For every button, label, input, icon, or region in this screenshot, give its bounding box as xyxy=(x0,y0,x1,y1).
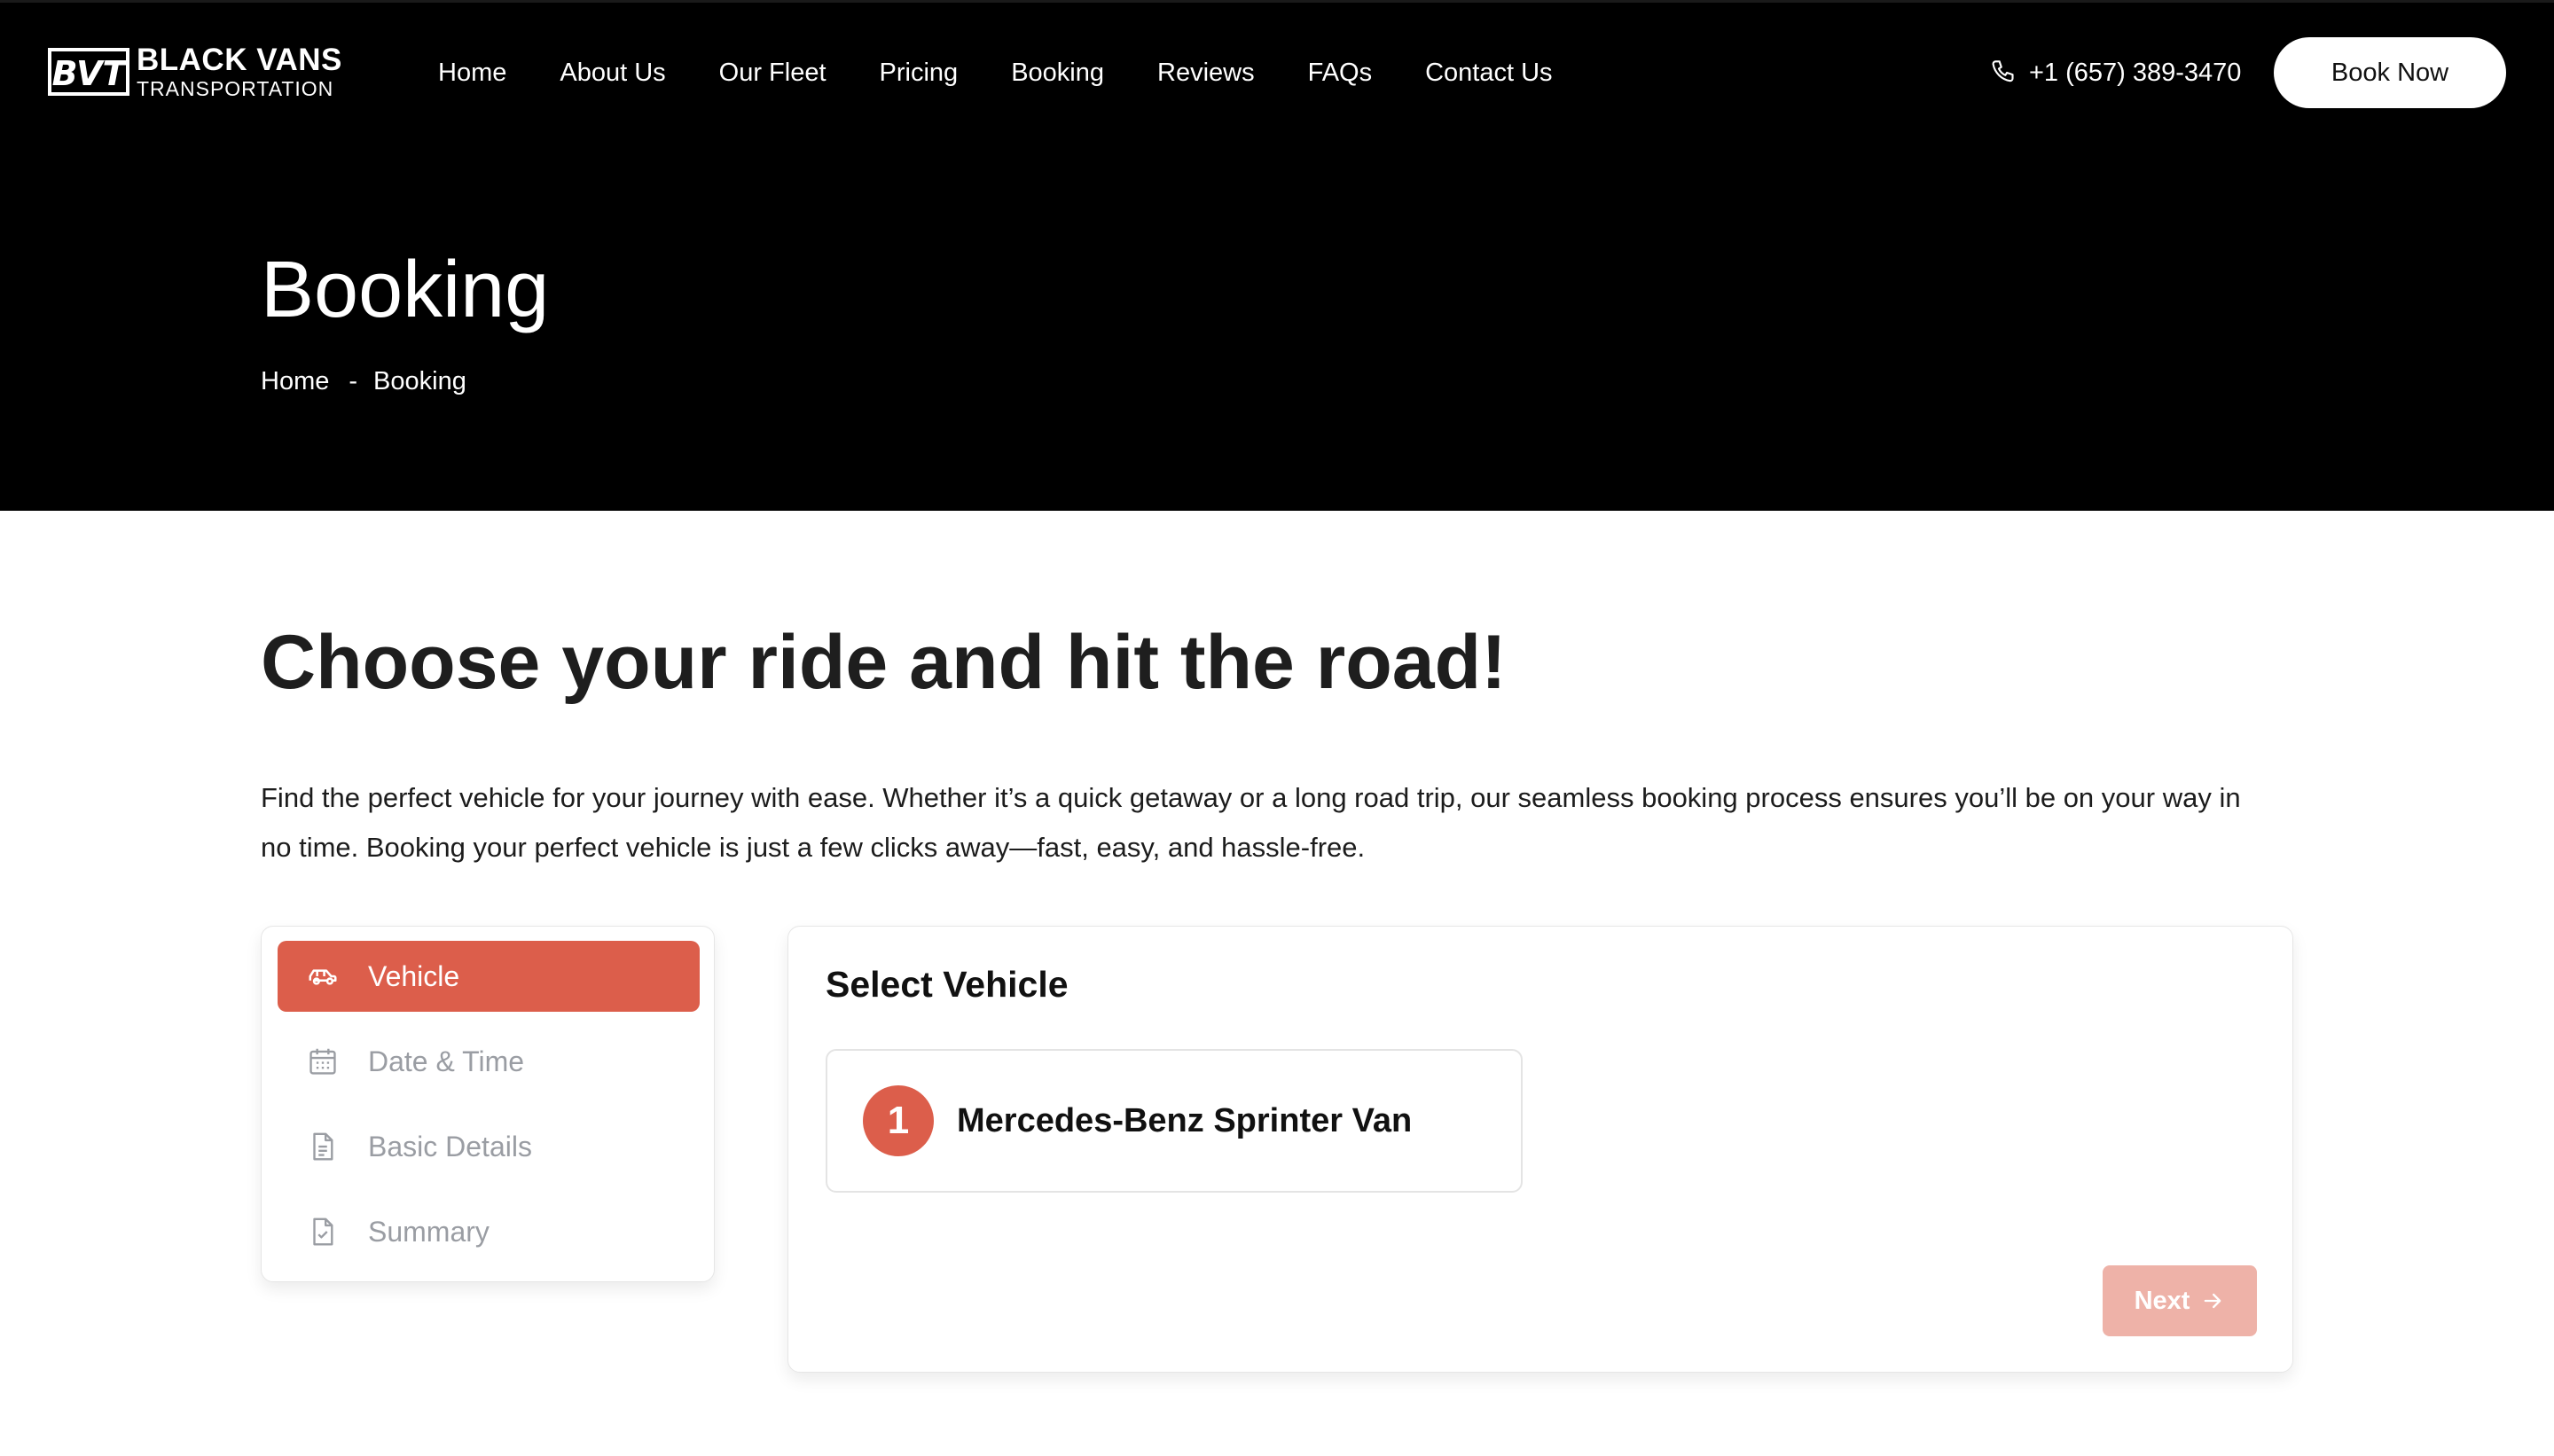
step-label: Summary xyxy=(368,1215,490,1248)
site-logo[interactable]: BVT BLACK VANS TRANSPORTATION xyxy=(48,44,342,99)
phone-link[interactable]: +1 (657) 389-3470 xyxy=(1990,55,2241,90)
step-label: Basic Details xyxy=(368,1130,532,1162)
car-icon xyxy=(306,959,340,993)
breadcrumb-separator: - xyxy=(349,367,358,395)
hero-header: BVT BLACK VANS TRANSPORTATION Home About… xyxy=(0,0,2554,511)
logo-mark-text: BVT xyxy=(52,54,129,93)
top-border xyxy=(0,0,2554,3)
book-now-button[interactable]: Book Now xyxy=(2274,37,2506,108)
vehicle-option[interactable]: 1 Mercedes-Benz Sprinter Van xyxy=(826,1049,1523,1193)
document-icon xyxy=(306,1130,340,1163)
step-date-time[interactable]: Date & Time xyxy=(278,1026,700,1097)
nav-item-about-us[interactable]: About Us xyxy=(560,59,665,88)
breadcrumb-home[interactable]: Home xyxy=(261,367,329,396)
step-label: Vehicle xyxy=(368,959,460,992)
panel-title: Select Vehicle xyxy=(826,964,1069,1005)
booking-steps: Vehicle Date & Time Basic Details Summar… xyxy=(261,926,715,1282)
logo-line2: TRANSPORTATION xyxy=(137,77,334,100)
breadcrumb-current: Booking xyxy=(373,367,466,395)
step-label: Date & Time xyxy=(368,1045,525,1077)
nav-item-our-fleet[interactable]: Our Fleet xyxy=(719,59,827,88)
section-heading: Choose your ride and hit the road! xyxy=(261,620,1507,705)
main-nav: Home About Us Our Fleet Pricing Booking … xyxy=(438,55,1553,90)
logo-line1: BLACK VANS xyxy=(137,43,342,77)
nav-item-home[interactable]: Home xyxy=(438,59,506,88)
step-vehicle[interactable]: Vehicle xyxy=(278,941,700,1012)
logo-text: BLACK VANS TRANSPORTATION xyxy=(137,44,342,99)
next-label: Next xyxy=(2134,1286,2190,1315)
calendar-icon xyxy=(306,1045,340,1078)
arrow-right-icon xyxy=(2205,1293,2221,1309)
vehicle-name: Mercedes-Benz Sprinter Van xyxy=(957,1101,1413,1139)
next-button[interactable]: Next xyxy=(2103,1265,2257,1336)
vehicle-number-badge: 1 xyxy=(863,1085,934,1156)
document-check-icon xyxy=(306,1215,340,1249)
step-basic-details[interactable]: Basic Details xyxy=(278,1111,700,1182)
step-summary[interactable]: Summary xyxy=(278,1196,700,1267)
page-title: Booking xyxy=(261,246,550,334)
nav-item-reviews[interactable]: Reviews xyxy=(1157,59,1255,88)
nav-item-booking[interactable]: Booking xyxy=(1011,59,1104,88)
breadcrumb: Home - Booking xyxy=(261,367,466,396)
intro-paragraph: Find the perfect vehicle for your journe… xyxy=(261,782,2241,863)
phone-number: +1 (657) 389-3470 xyxy=(2029,58,2242,87)
phone-icon xyxy=(1992,60,2014,82)
nav-item-contact-us[interactable]: Contact Us xyxy=(1425,59,1552,88)
nav-item-pricing[interactable]: Pricing xyxy=(880,59,959,88)
nav-item-faqs[interactable]: FAQs xyxy=(1308,59,1373,88)
vehicle-panel: Select Vehicle 1 Mercedes-Benz Sprinter … xyxy=(787,926,2293,1373)
logo-mark-icon: BVT xyxy=(48,48,129,96)
